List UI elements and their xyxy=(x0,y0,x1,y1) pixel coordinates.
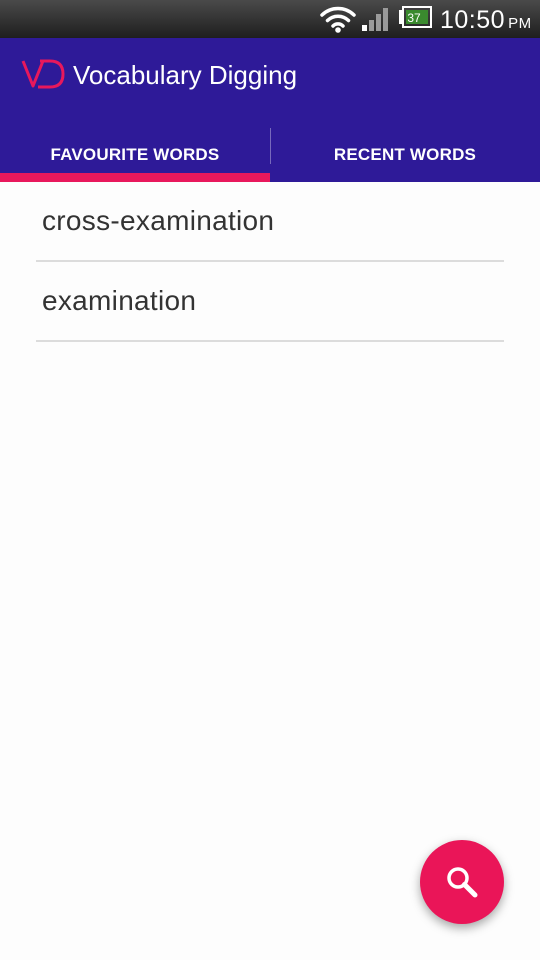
list-item[interactable]: cross-examination xyxy=(36,182,504,262)
list-item[interactable]: examination xyxy=(36,262,504,342)
screen: 37 10:50 PM Vocabulary Digging FAVOURITE … xyxy=(0,0,540,960)
tab-bar: FAVOURITE WORDS RECENT WORDS xyxy=(0,128,540,182)
clock-time: 10:50 xyxy=(440,6,506,34)
clock-ampm: PM xyxy=(508,15,532,32)
search-button[interactable] xyxy=(420,840,504,924)
tab-label: FAVOURITE WORDS xyxy=(50,145,220,164)
tab-recent-words[interactable]: RECENT WORDS xyxy=(270,128,540,182)
app-bar: Vocabulary Digging FAVOURITE WORDS RECEN… xyxy=(0,38,540,182)
tab-label: RECENT WORDS xyxy=(333,145,477,164)
search-icon xyxy=(447,867,478,898)
app-title: Vocabulary Digging xyxy=(73,60,298,90)
signal-icon xyxy=(362,8,388,31)
selected-tab-indicator xyxy=(0,173,270,182)
wifi-icon xyxy=(320,6,356,33)
tab-favourite-words[interactable]: FAVOURITE WORDS xyxy=(0,128,270,182)
status-bar: 37 10:50 PM xyxy=(0,0,540,38)
app-logo-icon xyxy=(21,59,65,89)
tab-divider xyxy=(270,128,271,164)
status-time: 10:50 PM xyxy=(440,5,532,39)
favourite-words-list: cross-examination examination xyxy=(36,182,504,342)
battery-level: 37 xyxy=(407,11,421,25)
